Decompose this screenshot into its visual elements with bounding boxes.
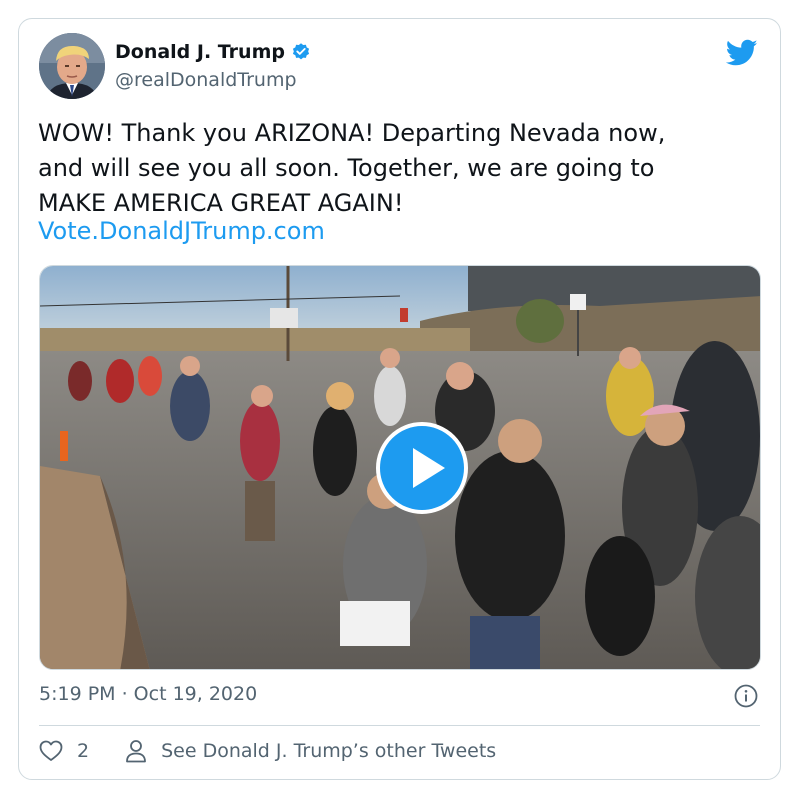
person-icon (126, 740, 146, 763)
twitter-bird-icon[interactable] (726, 39, 758, 67)
tweet-timestamp[interactable]: 5:19 PM · Oct 19, 2020 (39, 683, 257, 705)
tweet-card[interactable]: Donald J. Trump @realDonaldTrump WOW! Th… (18, 18, 781, 780)
tweet-link[interactable]: Vote.DonaldJTrump.com (38, 214, 325, 249)
author-name[interactable]: Donald J. Trump (115, 41, 285, 63)
play-icon[interactable] (376, 422, 468, 514)
avatar[interactable] (39, 33, 105, 99)
tweet-text: WOW! Thank you ARIZONA! Departing Nevada… (38, 119, 666, 217)
info-icon[interactable] (734, 684, 758, 708)
like-button[interactable]: 2 (39, 740, 89, 762)
avatar-image (39, 33, 105, 99)
like-count: 2 (77, 740, 90, 762)
other-tweets-label: See Donald J. Trump’s other Tweets (161, 740, 497, 762)
divider (39, 725, 760, 726)
video-player[interactable] (39, 265, 761, 670)
verified-badge-icon (292, 43, 310, 60)
author-name-row[interactable]: Donald J. Trump (115, 41, 311, 63)
other-tweets-link[interactable]: See Donald J. Trump’s other Tweets (125, 739, 496, 763)
heart-icon (39, 740, 63, 761)
author-handle[interactable]: @realDonaldTrump (115, 69, 297, 91)
tweet-actions: 2 See Donald J. Trump’s other Tweets (39, 739, 496, 763)
